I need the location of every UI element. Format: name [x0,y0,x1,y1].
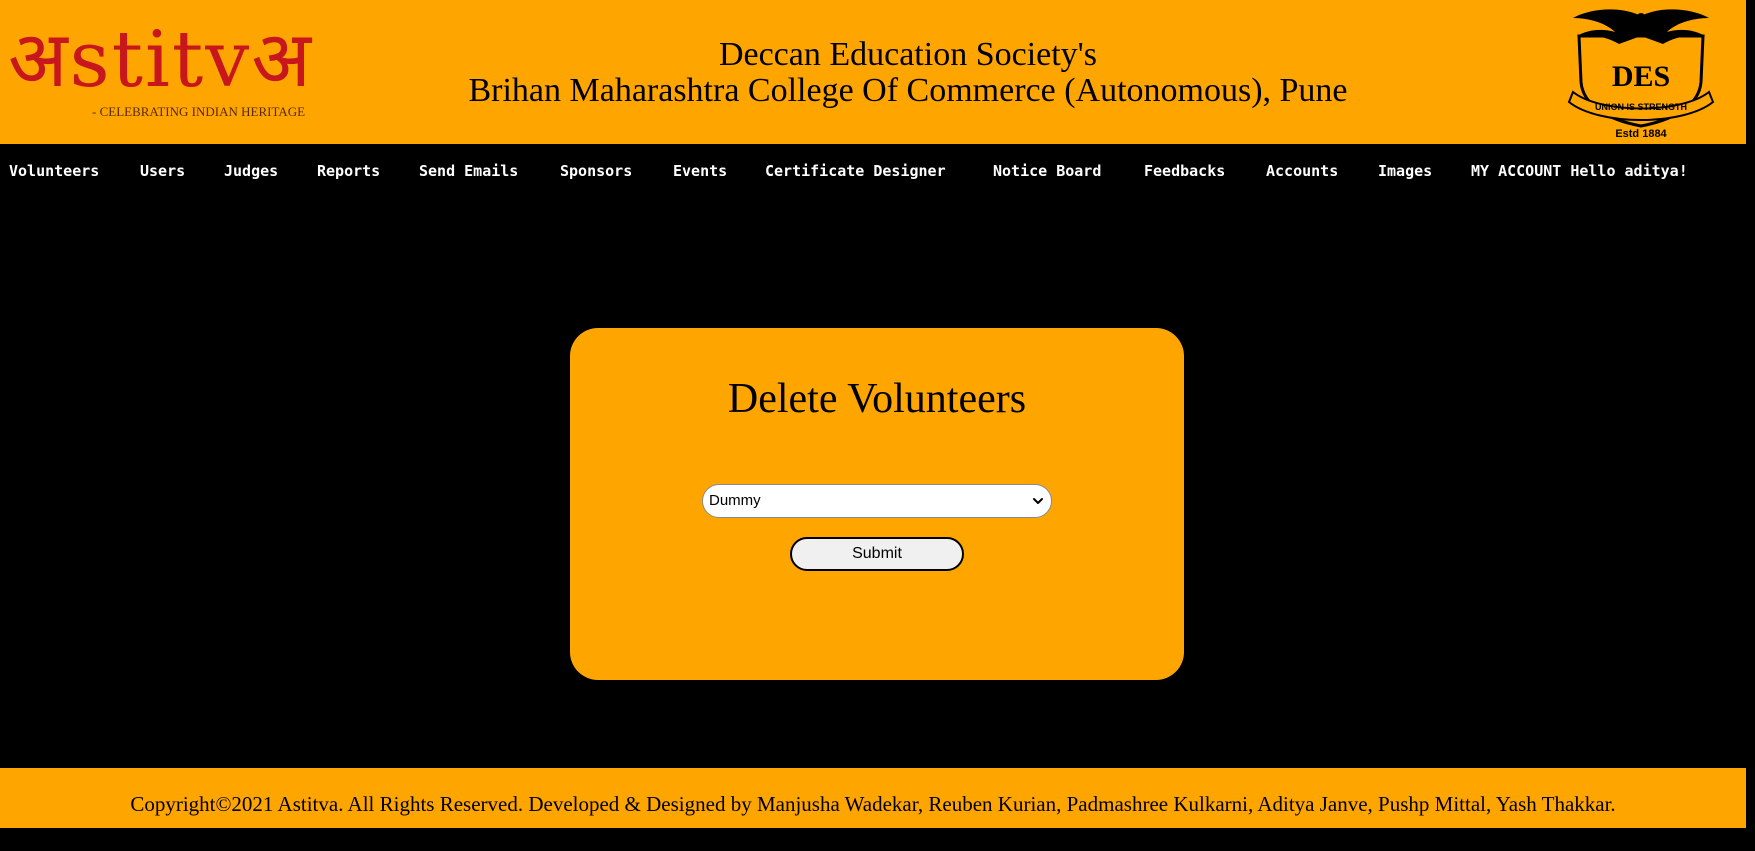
main-nav: Volunteers Users Judges Reports Send Ema… [0,144,1755,200]
logo-tagline: - CELEBRATING INDIAN HERITAGE [92,104,306,119]
nav-item-certificate-designer[interactable]: Certificate Designer [765,162,946,180]
site-footer: Copyright©2021 Astitva. All Rights Reser… [0,768,1746,828]
volunteer-select[interactable]: Dummy [702,484,1052,518]
site-header: अstitvअ - CELEBRATING INDIAN HERITAGE De… [0,0,1746,144]
nav-item-feedbacks[interactable]: Feedbacks [1144,162,1225,180]
submit-button[interactable]: Submit [790,537,964,571]
nav-item-judges[interactable]: Judges [224,162,278,180]
nav-item-reports[interactable]: Reports [317,162,380,180]
astitva-logo[interactable]: अstitvअ - CELEBRATING INDIAN HERITAGE [8,14,311,124]
college-emblem-icon: DES UNION IS STRENGTH Estd 1884 [1551,2,1731,142]
card-title: Delete Volunteers [727,376,1027,422]
delete-volunteers-card: Delete Volunteers Dummy Submit [570,328,1184,680]
emblem-motto: UNION IS STRENGTH [1595,102,1687,112]
nav-item-images[interactable]: Images [1378,162,1432,180]
volunteer-select-value: Dummy [709,492,761,509]
nav-item-notice-board[interactable]: Notice Board [993,162,1101,180]
college-title: Deccan Education Society's Brihan Mahara… [300,36,1516,108]
nav-item-users[interactable]: Users [140,162,185,180]
college-title-line1: Deccan Education Society's [718,36,1098,73]
nav-item-accounts[interactable]: Accounts [1266,162,1338,180]
footer-copyright: Copyright©2021 Astitva. All Rights Reser… [130,792,1616,816]
nav-item-sponsors[interactable]: Sponsors [560,162,632,180]
chevron-down-icon [1031,494,1045,508]
college-title-line2: Brihan Maharashtra College Of Commerce (… [468,72,1348,109]
logo-wordmark: अstitvअ [8,15,313,105]
nav-item-events[interactable]: Events [673,162,727,180]
emblem-monogram: DES [1612,60,1670,93]
nav-item-volunteers[interactable]: Volunteers [9,162,99,180]
nav-item-my-account[interactable]: MY ACCOUNT Hello aditya! [1471,162,1688,180]
nav-item-send-emails[interactable]: Send Emails [419,162,518,180]
emblem-established: Estd 1884 [1615,128,1667,140]
